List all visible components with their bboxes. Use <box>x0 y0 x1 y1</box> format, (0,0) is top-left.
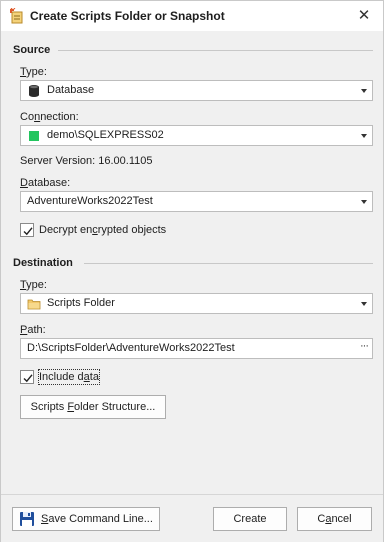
close-button[interactable]: ✕ <box>353 5 375 27</box>
connection-label: Connection: <box>20 111 79 123</box>
destination-type-dropdown[interactable]: Scripts Folder <box>20 293 373 314</box>
chevron-down-icon <box>361 89 367 93</box>
connection-value: demo\SQLEXPRESS02 <box>47 129 164 141</box>
chevron-down-icon <box>361 134 367 138</box>
chevron-down-icon <box>361 200 367 204</box>
database-dropdown[interactable]: AdventureWorks2022Test <box>20 191 373 212</box>
source-type-value: Database <box>47 84 95 96</box>
save-icon <box>19 511 35 527</box>
cancel-button[interactable]: Cancel <box>297 507 372 531</box>
dialog-window: Create Scripts Folder or Snapshot ✕ Sour… <box>0 0 384 542</box>
server-version-text: Server Version: 16.00.1105 <box>20 155 153 167</box>
dialog-footer: Save Command Line... Create Cancel <box>1 495 383 542</box>
checkbox-box[interactable] <box>20 223 34 237</box>
path-value: D:\ScriptsFolder\AdventureWorks2022Test <box>27 342 235 354</box>
browse-button[interactable]: ··· <box>360 340 369 352</box>
check-icon <box>23 374 33 383</box>
title-bar: Create Scripts Folder or Snapshot ✕ <box>1 1 383 31</box>
chevron-down-icon <box>361 302 367 306</box>
dialog-title: Create Scripts Folder or Snapshot <box>30 9 225 23</box>
connection-dropdown[interactable]: demo\SQLEXPRESS02 <box>20 125 373 146</box>
database-icon <box>27 84 41 98</box>
path-input[interactable]: D:\ScriptsFolder\AdventureWorks2022Test … <box>20 338 373 359</box>
include-data-label: Include data <box>38 369 100 385</box>
source-divider <box>58 50 373 51</box>
scripts-folder-structure-button[interactable]: Scripts Folder Structure... <box>20 395 166 419</box>
destination-divider <box>84 263 373 264</box>
decrypt-objects-label: Decrypt encrypted objects <box>39 224 167 236</box>
create-button[interactable]: Create <box>213 507 287 531</box>
checkbox-box[interactable] <box>20 370 34 384</box>
destination-type-label: Type: <box>20 279 47 291</box>
source-section-title: Source <box>13 44 51 56</box>
create-scripts-icon <box>9 7 25 24</box>
check-icon <box>23 227 33 236</box>
path-label: Path: <box>20 324 46 336</box>
database-value: AdventureWorks2022Test <box>27 195 153 207</box>
source-type-label: Type: <box>20 66 47 78</box>
folder-icon <box>27 297 41 311</box>
save-command-line-button[interactable]: Save Command Line... <box>12 507 160 531</box>
database-label: Database: <box>20 177 71 189</box>
connection-status-icon <box>27 129 41 143</box>
destination-type-value: Scripts Folder <box>47 297 115 309</box>
destination-section-title: Destination <box>13 257 73 269</box>
source-type-dropdown[interactable]: Database <box>20 80 373 101</box>
